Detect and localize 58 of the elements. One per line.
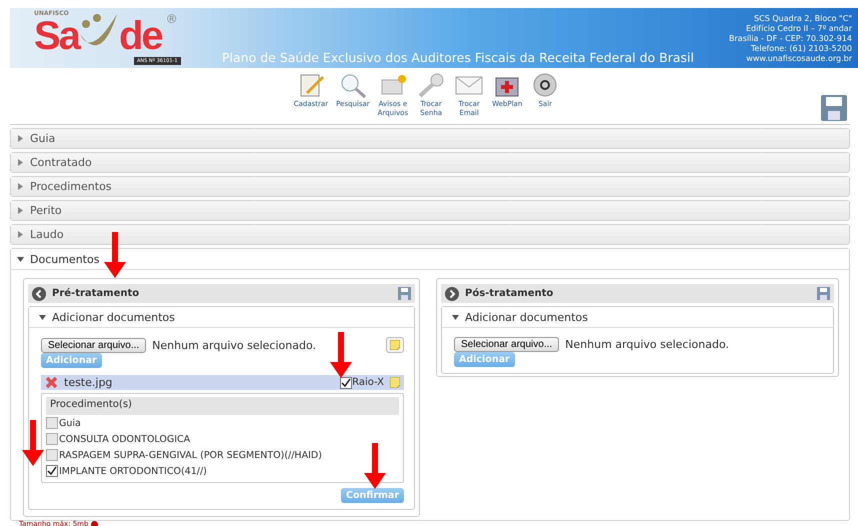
checkbox[interactable]	[46, 433, 58, 445]
procedure-label: CONSULTA ODONTOLOGICA	[59, 434, 190, 444]
arrow-drawing	[330, 332, 352, 378]
file-status-text: Nenhum arquivo selecionado.	[565, 338, 729, 351]
address-line: Brasília - DF - CEP: 70.302-914	[729, 34, 852, 44]
note-icon[interactable]	[390, 377, 400, 388]
select-file-button[interactable]: Selecionar arquivo...	[41, 338, 146, 352]
note-button[interactable]	[386, 337, 404, 353]
arrow-drawing	[104, 232, 126, 278]
registered-mark: ®	[166, 12, 178, 26]
tagline: Plano de Saúde Exclusivo dos Auditores Fiscais da Receita Federal do Brasil	[222, 50, 694, 65]
checkbox[interactable]	[46, 417, 58, 429]
address-line: Edifício Cedro II – 7º andar	[746, 24, 852, 34]
arrow-drawing	[22, 420, 44, 466]
collapsed-triangle-icon	[17, 231, 24, 238]
expanded-triangle-icon	[39, 314, 46, 320]
accordion-header[interactable]: Guia	[11, 129, 849, 148]
accordion-header[interactable]: Contratado	[11, 153, 849, 172]
procedure-label: RASPAGEM SUPRA-GENGIVAL (POR SEGMENTO)(//HAID)	[59, 450, 322, 460]
expanded-triangle-icon	[17, 256, 24, 262]
note-icon	[390, 340, 400, 350]
accordion-header[interactable]: Procedimentos	[11, 177, 849, 196]
collapsed-triangle-icon	[17, 183, 24, 190]
brand-text: de	[118, 14, 162, 58]
expanded-triangle-icon	[452, 314, 459, 320]
panel-title: Pós-tratamento	[465, 288, 554, 299]
collapsed-triangle-icon	[17, 207, 24, 214]
accordion-header[interactable]: Laudo	[11, 225, 849, 244]
info-icon	[91, 520, 98, 526]
select-file-button[interactable]: Selecionar arquivo...	[454, 337, 560, 352]
address-line: SCS Quadra 2, Bloco "C"	[754, 14, 852, 24]
attachment-type-label: Raio-X	[352, 377, 384, 388]
accordion-header[interactable]: Perito	[11, 201, 849, 220]
procedures-header: Procedimento(s)	[46, 397, 399, 415]
brand-text: Sa	[34, 14, 79, 58]
address-line: www.unafiscosaude.org.br	[746, 54, 852, 64]
save-icon[interactable]	[820, 94, 848, 122]
file-status-text: Nenhum arquivo selecionado.	[152, 338, 316, 352]
accordion-header[interactable]: Documentos	[11, 249, 849, 270]
sub-panel-header[interactable]: Adicionar documentos	[29, 307, 414, 328]
arrow-drawing	[364, 443, 386, 489]
key-icon	[416, 72, 446, 98]
procedure-label: Guia	[59, 418, 81, 428]
collapsed-triangle-icon	[17, 135, 24, 142]
address-line: Telefone: (61) 2103-5200	[750, 44, 852, 54]
right-chevron-circle-icon[interactable]	[445, 286, 459, 300]
sub-panel-header[interactable]: Adicionar documentos	[442, 307, 833, 328]
panel-title: Pré-tratamento	[52, 288, 140, 299]
checkbox[interactable]	[46, 465, 58, 477]
checkbox[interactable]	[340, 376, 352, 388]
attachment-name: teste.jpg	[64, 376, 112, 389]
checkbox[interactable]	[46, 449, 58, 461]
delete-cross-icon[interactable]	[45, 376, 58, 389]
collapsed-triangle-icon	[17, 159, 24, 166]
save-icon[interactable]	[398, 287, 411, 300]
save-icon[interactable]	[817, 287, 830, 300]
left-chevron-circle-icon[interactable]	[32, 286, 46, 300]
procedure-label: IMPLANTE ORTODONTICO(41//)	[59, 466, 207, 476]
